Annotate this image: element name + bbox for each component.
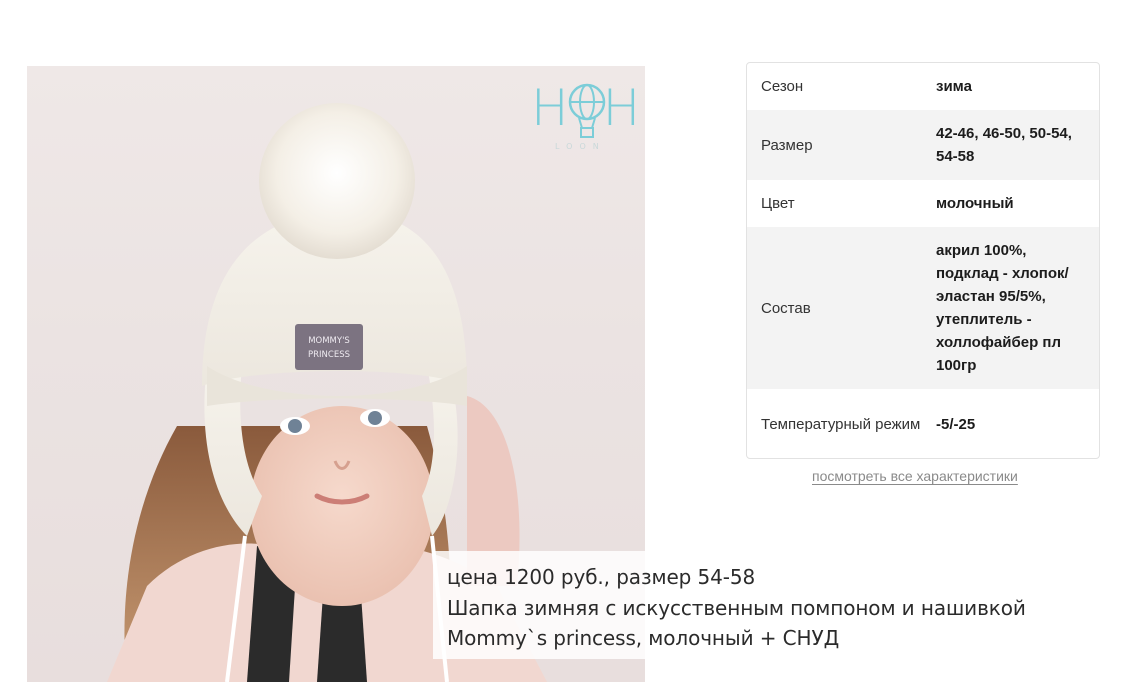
caption-title: Шапка зимняя с искусственным помпоном и … xyxy=(447,596,1026,620)
brand-logo: HH LOON xyxy=(531,76,641,156)
spec-value: молочный xyxy=(936,195,1014,212)
spec-label: Размер xyxy=(761,136,813,154)
all-specs-link[interactable]: посмотреть все характеристики xyxy=(812,468,1018,484)
spec-row-temperature: Температурный режим -5/-25 xyxy=(747,389,1099,458)
caption-price: цена 1200 руб., размер 54-58 xyxy=(447,565,756,589)
spec-value: 42-46, 46-50, 50-54, 54-58 xyxy=(936,125,1072,165)
spec-label: Сезон xyxy=(761,78,804,95)
hat-patch-line1: MOMMY'S xyxy=(308,336,350,346)
spec-value: -5/-25 xyxy=(936,415,976,433)
spec-row-color: Цвет молочный xyxy=(747,180,1099,227)
spec-value: зима xyxy=(936,78,972,95)
brand-logo-sub: LOON xyxy=(555,142,606,151)
spec-row-composition: Состав акрил 100%, подклад - хлопок/элас… xyxy=(747,227,1099,389)
hat-patch-line2: PRINCESS xyxy=(308,350,350,360)
spec-label: Температурный режим xyxy=(761,415,921,433)
balloon-icon xyxy=(568,83,606,138)
specs-table: Сезон зима Размер 42-46, 46-50, 50-54, 5… xyxy=(746,62,1100,459)
spec-row-size: Размер 42-46, 46-50, 50-54, 54-58 xyxy=(747,110,1099,180)
spec-label: Состав xyxy=(761,299,811,317)
spec-label: Цвет xyxy=(761,195,795,212)
spec-row-season: Сезон зима xyxy=(747,63,1099,110)
product-caption: цена 1200 руб., размер 54-58 Шапка зимня… xyxy=(433,551,1071,659)
spec-value: акрил 100%, подклад - хлопок/эластан 95/… xyxy=(936,242,1069,374)
caption-title-cont: Mommy`s princess, молочный + СНУД xyxy=(447,626,840,650)
